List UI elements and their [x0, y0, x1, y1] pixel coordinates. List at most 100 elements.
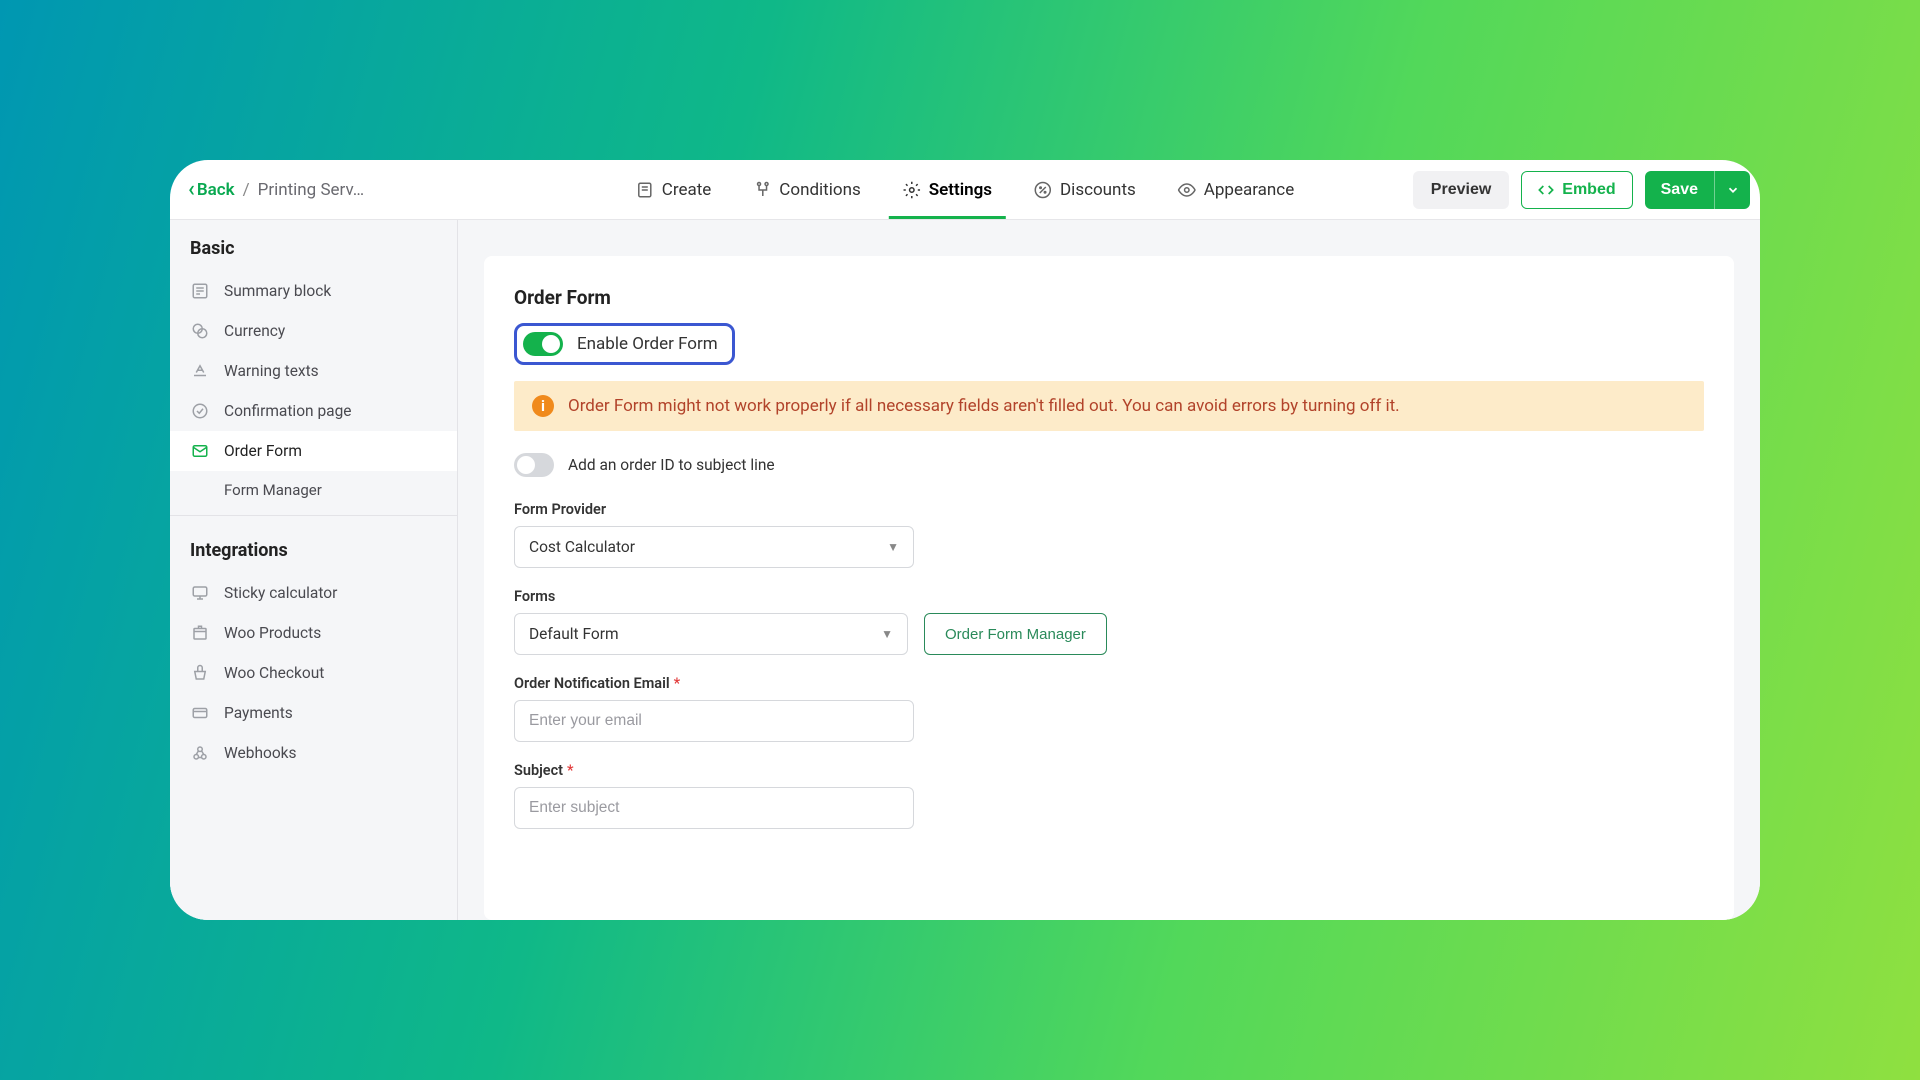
enable-order-form-toggle[interactable] [523, 332, 563, 356]
email-input[interactable] [514, 700, 914, 742]
sidebar-item-orderform[interactable]: Order Form [170, 431, 457, 471]
tab-conditions[interactable]: Conditions [753, 160, 860, 219]
toggle-slider [514, 453, 554, 477]
field-subject: Subject* [514, 762, 1704, 829]
orderid-toggle[interactable] [514, 453, 554, 477]
breadcrumb-current: Printing Serv… [258, 180, 365, 200]
field-form-provider: Form Provider Cost Calculator ▼ [514, 501, 1704, 568]
sidebar-section-basic: Basic [170, 220, 457, 271]
back-label: Back [197, 180, 235, 200]
mail-icon [190, 441, 210, 461]
enable-order-form-label: Enable Order Form [577, 334, 718, 354]
warning-icon [190, 361, 210, 381]
tab-settings[interactable]: Settings [903, 160, 992, 219]
sidebar-item-label: Confirmation page [224, 402, 352, 420]
field-forms: Forms Default Form ▼ Order Form Manager [514, 588, 1704, 655]
tab-label: Conditions [779, 180, 860, 200]
sidebar-item-payments[interactable]: Payments [170, 693, 457, 733]
currency-icon [190, 321, 210, 341]
embed-label: Embed [1562, 181, 1615, 199]
sidebar-item-label: Webhooks [224, 744, 297, 762]
tab-create[interactable]: Create [636, 160, 712, 219]
breadcrumb-sep: / [243, 180, 250, 200]
webhook-icon [190, 743, 210, 763]
field-label: Form Provider [514, 501, 1704, 518]
required-mark: * [674, 675, 681, 692]
sidebar-item-confirmation[interactable]: Confirmation page [170, 391, 457, 431]
tab-discounts[interactable]: Discounts [1034, 160, 1136, 219]
sidebar-item-woocheckout[interactable]: Woo Checkout [170, 653, 457, 693]
select-value: Cost Calculator [529, 538, 635, 556]
sidebar-item-summary[interactable]: Summary block [170, 271, 457, 311]
sidebar-item-label: Woo Checkout [224, 664, 324, 682]
sidebar-item-wooproducts[interactable]: Woo Products [170, 613, 457, 653]
chevron-down-icon [1726, 183, 1740, 197]
required-mark: * [567, 762, 574, 779]
basket-icon [190, 663, 210, 683]
app-shell: ‹ Back / Printing Serv… Create Condition… [170, 160, 1760, 920]
sidebar-item-label: Woo Products [224, 624, 321, 642]
conditions-icon [753, 181, 771, 199]
order-form-manager-button[interactable]: Order Form Manager [924, 613, 1107, 655]
sidebar-item-sticky[interactable]: Sticky calculator [170, 573, 457, 613]
create-icon [636, 181, 654, 199]
forms-select[interactable]: Default Form ▼ [514, 613, 908, 655]
main-area: Order Form Enable Order Form i Order For… [458, 220, 1760, 920]
back-button[interactable]: ‹ Back [188, 177, 235, 202]
save-dropdown-button[interactable] [1714, 171, 1750, 209]
summary-icon [190, 281, 210, 301]
section-title: Order Form [514, 286, 1704, 309]
check-circle-icon [190, 401, 210, 421]
code-icon [1538, 182, 1554, 198]
caret-down-icon: ▼ [887, 540, 899, 554]
provider-select[interactable]: Cost Calculator ▼ [514, 526, 914, 568]
field-label: Subject* [514, 762, 1704, 779]
sidebar-item-label: Form Manager [224, 481, 322, 499]
sidebar-item-label: Warning texts [224, 362, 319, 380]
sidebar-item-warning[interactable]: Warning texts [170, 351, 457, 391]
monitor-icon [190, 583, 210, 603]
preview-button[interactable]: Preview [1413, 171, 1509, 209]
tab-label: Settings [929, 180, 992, 200]
sidebar-item-currency[interactable]: Currency [170, 311, 457, 351]
label-text: Subject [514, 762, 563, 779]
toggle-slider [523, 332, 563, 356]
sidebar-item-label: Payments [224, 704, 293, 722]
info-icon: i [532, 395, 554, 417]
topbar-actions: Preview Embed Save [1413, 171, 1750, 209]
alert-text: Order Form might not work properly if al… [568, 396, 1400, 416]
caret-down-icon: ▼ [881, 627, 893, 641]
tabs: Create Conditions Settings Discounts App… [636, 160, 1294, 219]
eye-icon [1178, 181, 1196, 199]
enable-order-form-row: Enable Order Form [514, 323, 735, 365]
warning-alert: i Order Form might not work properly if … [514, 381, 1704, 431]
tab-label: Create [662, 180, 712, 200]
body: Basic Summary block Currency Warning tex… [170, 220, 1760, 920]
tab-label: Appearance [1204, 180, 1294, 200]
forms-row: Default Form ▼ Order Form Manager [514, 613, 1704, 655]
field-email: Order Notification Email* [514, 675, 1704, 742]
save-button-group: Save [1645, 171, 1750, 209]
chevron-left-icon: ‹ [188, 177, 195, 202]
select-value: Default Form [529, 625, 619, 643]
subject-input[interactable] [514, 787, 914, 829]
save-button[interactable]: Save [1645, 171, 1714, 209]
tab-appearance[interactable]: Appearance [1178, 160, 1294, 219]
embed-button[interactable]: Embed [1521, 171, 1632, 209]
sidebar-item-label: Sticky calculator [224, 584, 337, 602]
topbar: ‹ Back / Printing Serv… Create Condition… [170, 160, 1760, 220]
sidebar-item-label: Currency [224, 322, 285, 340]
sidebar-item-formmanager[interactable]: Form Manager [170, 471, 457, 509]
gear-icon [903, 181, 921, 199]
sidebar-item-label: Summary block [224, 282, 331, 300]
field-label: Forms [514, 588, 1704, 605]
sidebar-section-integrations: Integrations [170, 522, 457, 573]
percent-icon [1034, 181, 1052, 199]
sidebar-item-label: Order Form [224, 442, 302, 460]
sidebar-item-webhooks[interactable]: Webhooks [170, 733, 457, 773]
label-text: Order Notification Email [514, 675, 670, 692]
box-icon [190, 623, 210, 643]
sidebar-divider [170, 515, 457, 516]
tab-label: Discounts [1060, 180, 1136, 200]
orderid-row: Add an order ID to subject line [514, 453, 1704, 477]
